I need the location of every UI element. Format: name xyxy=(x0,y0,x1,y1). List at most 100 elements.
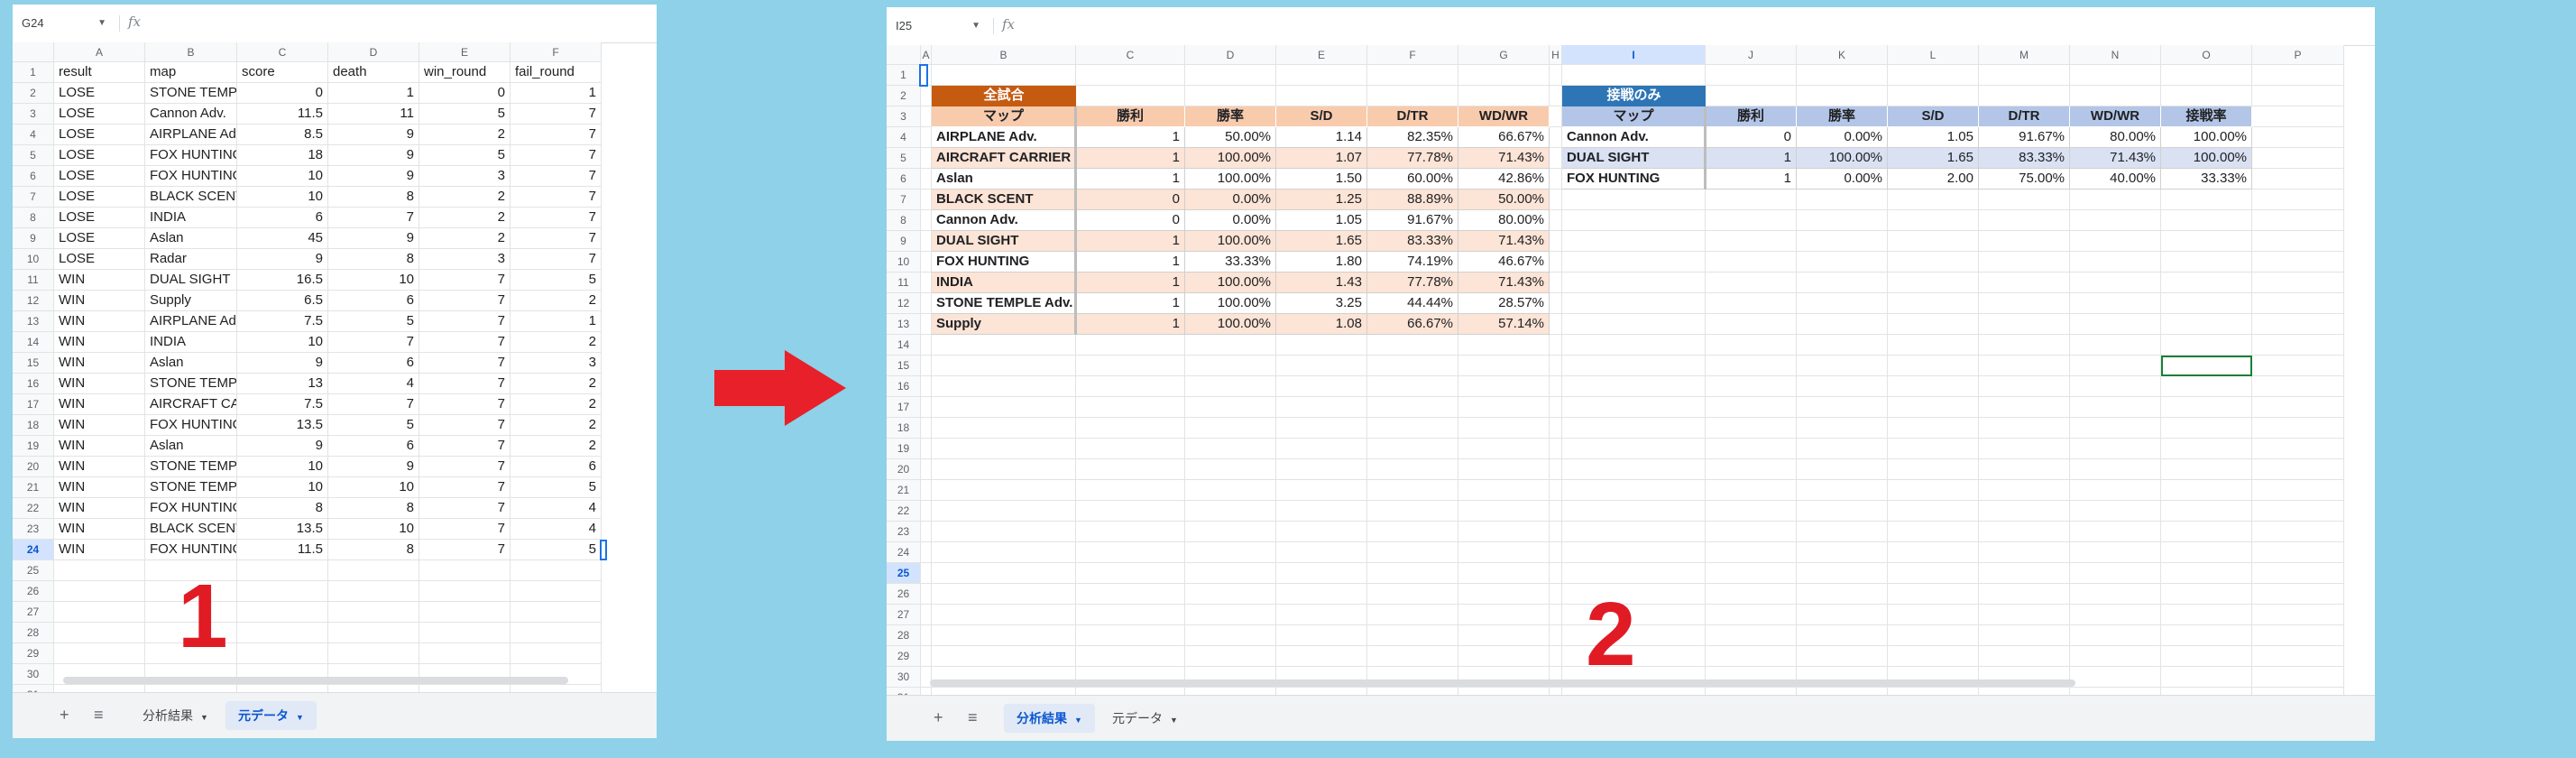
cell[interactable] xyxy=(2252,542,2344,563)
cell[interactable] xyxy=(1979,252,2070,273)
cell[interactable] xyxy=(1276,439,1367,459)
chevron-down-icon[interactable]: ▼ xyxy=(971,16,980,36)
cell[interactable]: 6 xyxy=(328,291,419,311)
cell[interactable]: LOSE xyxy=(54,145,145,166)
cell[interactable] xyxy=(2161,86,2252,106)
cell[interactable] xyxy=(1276,605,1367,625)
cell[interactable] xyxy=(1458,86,1550,106)
cell[interactable]: 2 xyxy=(511,394,602,415)
cell[interactable] xyxy=(932,65,1076,86)
cell[interactable] xyxy=(2252,459,2344,480)
cell[interactable] xyxy=(2070,190,2161,210)
cell[interactable] xyxy=(921,106,932,127)
cell[interactable] xyxy=(1979,314,2070,335)
cell[interactable] xyxy=(237,560,328,581)
cell[interactable]: WIN xyxy=(54,374,145,394)
cell[interactable]: INDIA xyxy=(145,332,237,353)
cell[interactable]: 6.5 xyxy=(237,291,328,311)
cell[interactable] xyxy=(1706,605,1797,625)
cell[interactable] xyxy=(1550,148,1562,169)
cell[interactable]: 3 xyxy=(511,353,602,374)
row-header[interactable]: 22 xyxy=(887,501,921,522)
table-cell[interactable]: 71.43% xyxy=(1458,273,1550,293)
column-header[interactable]: N xyxy=(2070,45,2161,65)
cell[interactable]: 7 xyxy=(511,145,602,166)
cell[interactable] xyxy=(921,418,932,439)
cell[interactable] xyxy=(2161,439,2252,459)
cell[interactable] xyxy=(1367,646,1458,667)
cell[interactable]: 10 xyxy=(237,187,328,208)
table-cell[interactable]: 0 xyxy=(1076,210,1185,231)
cell[interactable]: 9 xyxy=(328,125,419,145)
cell[interactable] xyxy=(1706,376,1797,397)
cell[interactable] xyxy=(1185,501,1276,522)
cell[interactable]: 1 xyxy=(511,83,602,104)
cell[interactable] xyxy=(419,623,511,643)
cell[interactable]: 2 xyxy=(419,187,511,208)
cell[interactable] xyxy=(1979,584,2070,605)
table-cell[interactable]: 100.00% xyxy=(1185,273,1276,293)
cell[interactable] xyxy=(1797,86,1888,106)
all-sheets-menu-icon[interactable]: ≡ xyxy=(94,706,104,724)
cell[interactable]: WIN xyxy=(54,498,145,519)
chevron-down-icon[interactable]: ▼ xyxy=(1170,716,1178,725)
cell[interactable] xyxy=(1185,584,1276,605)
cell[interactable]: Cannon Adv. xyxy=(145,104,237,125)
cell[interactable] xyxy=(1076,335,1185,356)
cell[interactable] xyxy=(1076,501,1185,522)
cell[interactable] xyxy=(1706,625,1797,646)
cell[interactable] xyxy=(237,643,328,664)
horizontal-scrollbar[interactable] xyxy=(63,677,568,684)
cell[interactable] xyxy=(1550,86,1562,106)
table-cell[interactable]: 100.00% xyxy=(1185,169,1276,190)
cell[interactable]: FOX HUNTING xyxy=(145,145,237,166)
cell[interactable] xyxy=(1979,65,2070,86)
cell[interactable]: AIRCRAFT CARRIER xyxy=(145,394,237,415)
cell[interactable]: WIN xyxy=(54,540,145,560)
cell[interactable] xyxy=(2161,501,2252,522)
cell[interactable] xyxy=(2252,106,2344,127)
cell[interactable] xyxy=(1797,522,1888,542)
cell[interactable]: Aslan xyxy=(145,228,237,249)
cell[interactable] xyxy=(1706,522,1797,542)
cell[interactable] xyxy=(2252,625,2344,646)
cell[interactable]: fail_round xyxy=(511,62,602,83)
cell[interactable]: STONE TEMPLE Adv. xyxy=(145,457,237,477)
column-header[interactable]: O xyxy=(2161,45,2252,65)
cell[interactable] xyxy=(1888,542,1979,563)
cell[interactable] xyxy=(1550,605,1562,625)
cell[interactable] xyxy=(1888,459,1979,480)
cell[interactable] xyxy=(2252,273,2344,293)
cell[interactable] xyxy=(2161,231,2252,252)
cell[interactable] xyxy=(1797,356,1888,376)
table-cell[interactable]: 42.86% xyxy=(1458,169,1550,190)
row-header[interactable]: 27 xyxy=(887,605,921,625)
cell[interactable] xyxy=(932,418,1076,439)
cell[interactable] xyxy=(1076,397,1185,418)
cell[interactable] xyxy=(1458,335,1550,356)
cell[interactable] xyxy=(1550,522,1562,542)
cell[interactable] xyxy=(1562,273,1706,293)
table-cell[interactable]: 100.00% xyxy=(2161,148,2252,169)
cell[interactable] xyxy=(2161,584,2252,605)
cell[interactable]: 4 xyxy=(511,498,602,519)
cell[interactable] xyxy=(1706,65,1797,86)
row-header[interactable]: 8 xyxy=(887,210,921,231)
cell[interactable] xyxy=(1367,335,1458,356)
cell[interactable] xyxy=(1367,584,1458,605)
row-header[interactable]: 16 xyxy=(13,374,54,394)
cell[interactable] xyxy=(1888,314,1979,335)
cell[interactable]: WIN xyxy=(54,519,145,540)
cell[interactable] xyxy=(2252,293,2344,314)
cell[interactable]: 10 xyxy=(328,270,419,291)
cell[interactable] xyxy=(1276,584,1367,605)
table-cell[interactable]: 1 xyxy=(1076,314,1185,335)
cell[interactable] xyxy=(511,560,602,581)
cell[interactable]: 7 xyxy=(419,415,511,436)
cell[interactable] xyxy=(1367,625,1458,646)
cell[interactable]: WIN xyxy=(54,436,145,457)
row-header[interactable]: 14 xyxy=(13,332,54,353)
table-cell[interactable]: 0 xyxy=(1706,127,1797,148)
cell[interactable] xyxy=(1458,542,1550,563)
cell[interactable]: 11.5 xyxy=(237,540,328,560)
